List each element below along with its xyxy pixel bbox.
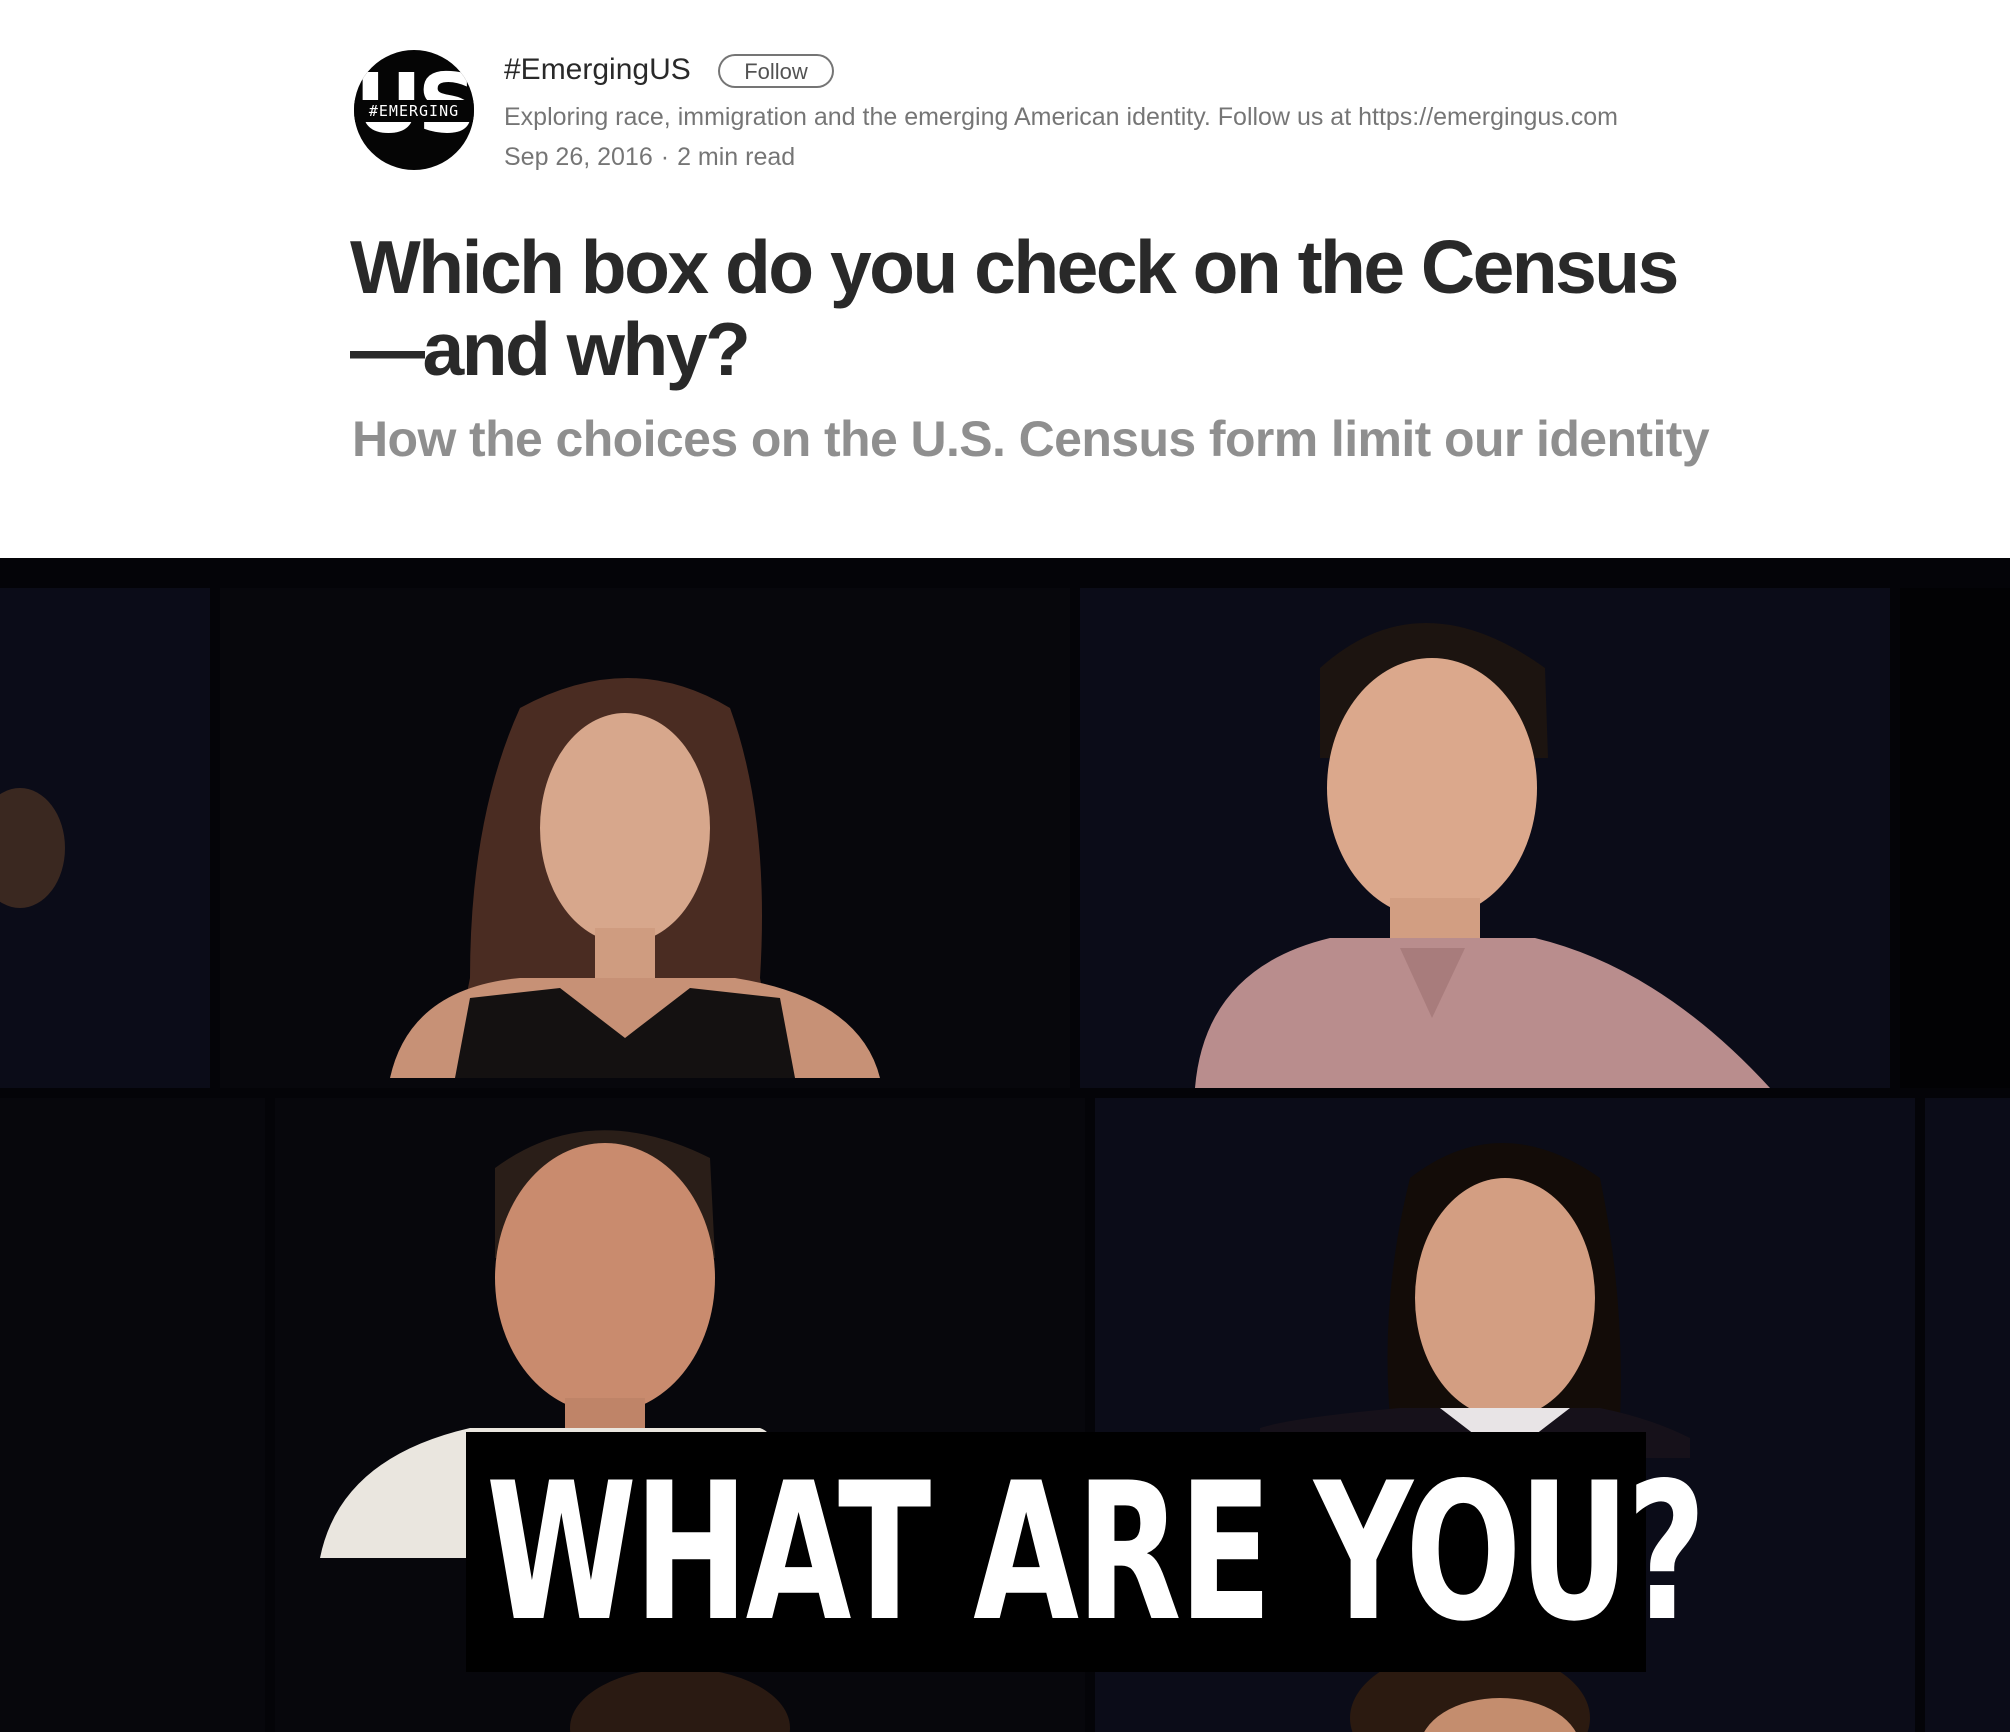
hero-caption: WHAT ARE YOU?: [486, 1442, 1706, 1663]
publication-logo-icon[interactable]: US #EMERGING: [354, 50, 474, 170]
publication-row: #EmergingUS Follow: [504, 48, 1764, 100]
publication-name[interactable]: #EmergingUS: [504, 52, 691, 88]
person-figure: [1260, 1143, 1690, 1458]
read-time: 2 min read: [677, 143, 796, 171]
publication-meta: #EmergingUS Follow Exploring race, immig…: [504, 48, 1764, 171]
meta-separator: ·: [660, 143, 670, 171]
post-date[interactable]: Sep 26, 2016: [504, 143, 653, 171]
hero-image: WHAT ARE YOU?: [0, 558, 2010, 1732]
person-figure: [390, 678, 880, 1078]
person-figure: [1195, 623, 1770, 1088]
person-figure: [0, 788, 65, 908]
avatar-small-text: #EMERGING: [368, 102, 460, 120]
publication-header: US #EMERGING #EmergingUS Follow Explorin…: [352, 48, 1752, 178]
post-meta: Sep 26, 2016 · 2 min read: [504, 140, 795, 174]
publication-description: Exploring race, immigration and the emer…: [504, 103, 1618, 131]
follow-button[interactable]: Follow: [718, 54, 834, 88]
post-subtitle: How the choices on the U.S. Census form …: [352, 411, 1710, 467]
post-title: Which box do you check on the Census—and…: [350, 225, 1679, 391]
